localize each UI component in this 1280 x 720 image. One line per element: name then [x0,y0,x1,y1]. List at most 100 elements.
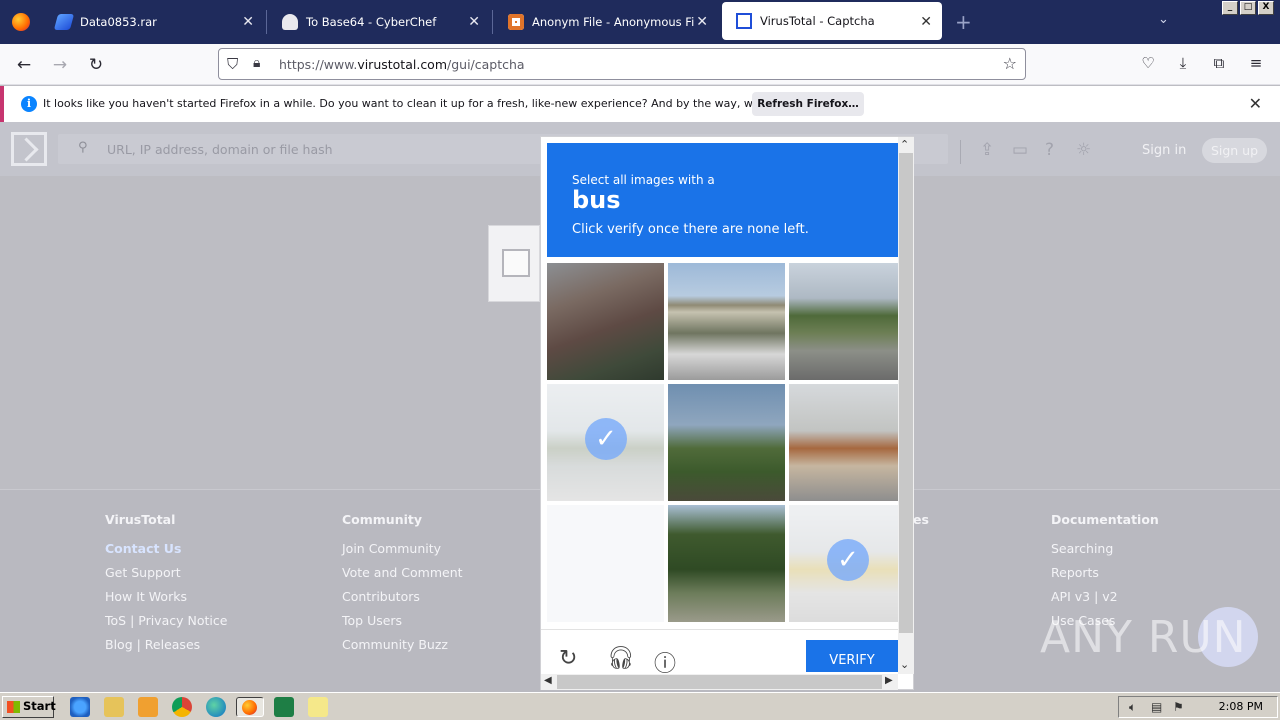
edge-icon[interactable] [206,697,226,717]
footer-column-community: Community Join Community Vote and Commen… [342,512,463,661]
footer-column-virustotal: VirusTotal Contact Us Get Support How It… [105,512,227,661]
tab-title: Data0853.rar [80,15,157,29]
footer-link[interactable]: How It Works [105,589,227,605]
footer-link[interactable]: Reports [1051,565,1159,581]
help-icon[interactable]: ? [1045,140,1054,160]
captcha-target-word: bus [572,186,621,214]
close-window-button[interactable]: X [1258,1,1274,15]
window-controls: _ □ X [1222,1,1274,15]
close-icon[interactable]: ✕ [242,14,254,30]
refresh-challenge-icon[interactable]: ↻ [559,646,577,671]
file-explorer-icon[interactable] [104,697,124,717]
virustotal-logo[interactable] [11,132,47,166]
firefox-taskbar-icon[interactable] [236,697,264,717]
tab-virustotal-captcha[interactable]: VirusTotal - Captcha ✕ [722,2,942,40]
minimize-button[interactable]: _ [1222,1,1238,15]
volume-icon[interactable]: 🔈︎ [1129,700,1136,715]
verify-button[interactable]: VERIFY [806,640,898,672]
theme-sun-icon[interactable]: ☼ [1076,140,1091,160]
clock: 2:08 PM [1218,700,1263,713]
tab-separator [266,10,267,34]
footer-link[interactable]: Community Buzz [342,637,463,653]
audio-headphones-icon[interactable]: 🎧︎ [607,646,635,671]
hamburger-menu-icon[interactable]: ≡ [1245,54,1267,76]
footer-link[interactable]: ToS | Privacy Notice [105,613,227,629]
excel-icon[interactable] [274,697,294,717]
captcha-tile-8[interactable] [668,505,785,622]
shield-icon[interactable]: ⛉ [227,55,238,73]
forward-arrow-icon[interactable]: → [48,53,72,77]
upload-icon[interactable]: ⇪ [980,140,994,160]
network-icon[interactable]: ▤ [1151,700,1162,714]
footer-link[interactable]: Get Support [105,565,227,581]
footer-link[interactable]: Searching [1051,541,1159,557]
footer-link[interactable]: Contact Us [105,541,227,557]
footer-heading: Community [342,512,423,527]
chrome-icon[interactable] [172,697,192,717]
search-icon: ⚲ [78,140,88,155]
close-icon[interactable]: ✕ [1249,94,1262,113]
captcha-tile-6[interactable] [789,384,906,501]
url-path: /gui/captcha [447,57,525,72]
scroll-left-icon[interactable]: ◀ [544,675,552,686]
close-icon[interactable]: ✕ [696,14,708,30]
sign-in-link[interactable]: Sign in [1142,143,1186,158]
captcha-tile-1[interactable] [547,263,664,380]
back-arrow-icon[interactable]: ← [12,53,36,77]
footer-link[interactable]: Top Users [342,613,463,629]
url-text[interactable]: https://www.virustotal.com/gui/captcha [279,57,525,72]
close-icon[interactable]: ✕ [468,14,480,30]
footer-link[interactable]: Vote and Comment [342,565,463,581]
captcha-tile-4[interactable]: ✓ [547,384,664,501]
start-button[interactable]: Start [2,696,56,718]
vertical-scrollbar[interactable]: ⌃ ⌄ [898,137,914,674]
flag-icon[interactable]: ⚑ [1173,700,1184,714]
internet-explorer-icon[interactable] [70,697,90,717]
horizontal-scrollbar[interactable]: ◀ ▶ [541,674,898,690]
scroll-right-icon[interactable]: ▶ [885,675,893,686]
new-tab-plus-icon[interactable]: + [955,10,972,34]
navigation-bar: ← → ↻ ⛉ 🔒︎ https://www.virustotal.com/gu… [0,44,1280,85]
tab-cyberchef[interactable]: To Base64 - CyberChef ✕ [268,2,490,42]
scroll-thumb[interactable] [899,153,913,633]
scroll-up-icon[interactable]: ⌃ [900,138,909,151]
notepad-icon[interactable] [308,697,328,717]
refresh-firefox-button[interactable]: Refresh Firefox… [752,92,864,116]
footer-link[interactable]: Contributors [342,589,463,605]
tab-strip: Data0853.rar ✕ To Base64 - CyberChef ✕ A… [0,0,1280,44]
captcha-tile-5[interactable] [668,384,785,501]
scroll-thumb[interactable] [557,675,882,689]
captcha-tile-3[interactable] [789,263,906,380]
captcha-tile-7[interactable] [547,505,664,622]
footer-link[interactable]: Blog | Releases [105,637,227,653]
tab-anonym-file[interactable]: Anonym File - Anonymous File Uplo ✕ [494,2,718,42]
sign-up-button[interactable]: Sign up [1202,138,1267,163]
restore-button[interactable]: □ [1240,1,1256,15]
close-icon[interactable]: ✕ [920,14,932,30]
header-divider [960,140,961,164]
footer-heading: es [913,512,929,527]
firefox-menu-icon[interactable] [0,0,42,44]
chevron-down-icon[interactable]: ⌄ [1158,12,1169,27]
captcha-instruction-line: Select all images with a [572,173,715,187]
pocket-icon[interactable]: ♡ [1137,54,1159,76]
url-bar[interactable]: ⛉ 🔒︎ https://www.virustotal.com/gui/capt… [218,48,1026,80]
captcha-instructions: Select all images with a bus Click verif… [547,143,898,257]
lock-icon[interactable]: 🔒︎ [253,55,260,71]
bookmark-star-icon[interactable]: ☆ [1003,54,1017,73]
reload-icon[interactable]: ↻ [84,53,108,77]
tab-data0853[interactable]: Data0853.rar ✕ [42,2,264,42]
recaptcha-checkbox[interactable] [502,249,530,277]
extensions-icon[interactable]: ⧉ [1208,54,1230,76]
captcha-instruction-hint: Click verify once there are none left. [572,222,809,237]
footer-link[interactable]: API v3 | v2 [1051,589,1159,605]
footer-link[interactable]: Join Community [342,541,463,557]
chef-hat-icon [282,14,298,30]
notification-chat-icon[interactable]: ▭ [1012,140,1028,160]
download-icon[interactable]: ⤓ [1172,54,1194,76]
captcha-tile-9[interactable]: ✓ [789,505,906,622]
scroll-down-icon[interactable]: ⌄ [900,658,909,671]
media-player-icon[interactable] [138,697,158,717]
footer-heading: Documentation [1051,512,1159,527]
captcha-tile-2[interactable] [668,263,785,380]
